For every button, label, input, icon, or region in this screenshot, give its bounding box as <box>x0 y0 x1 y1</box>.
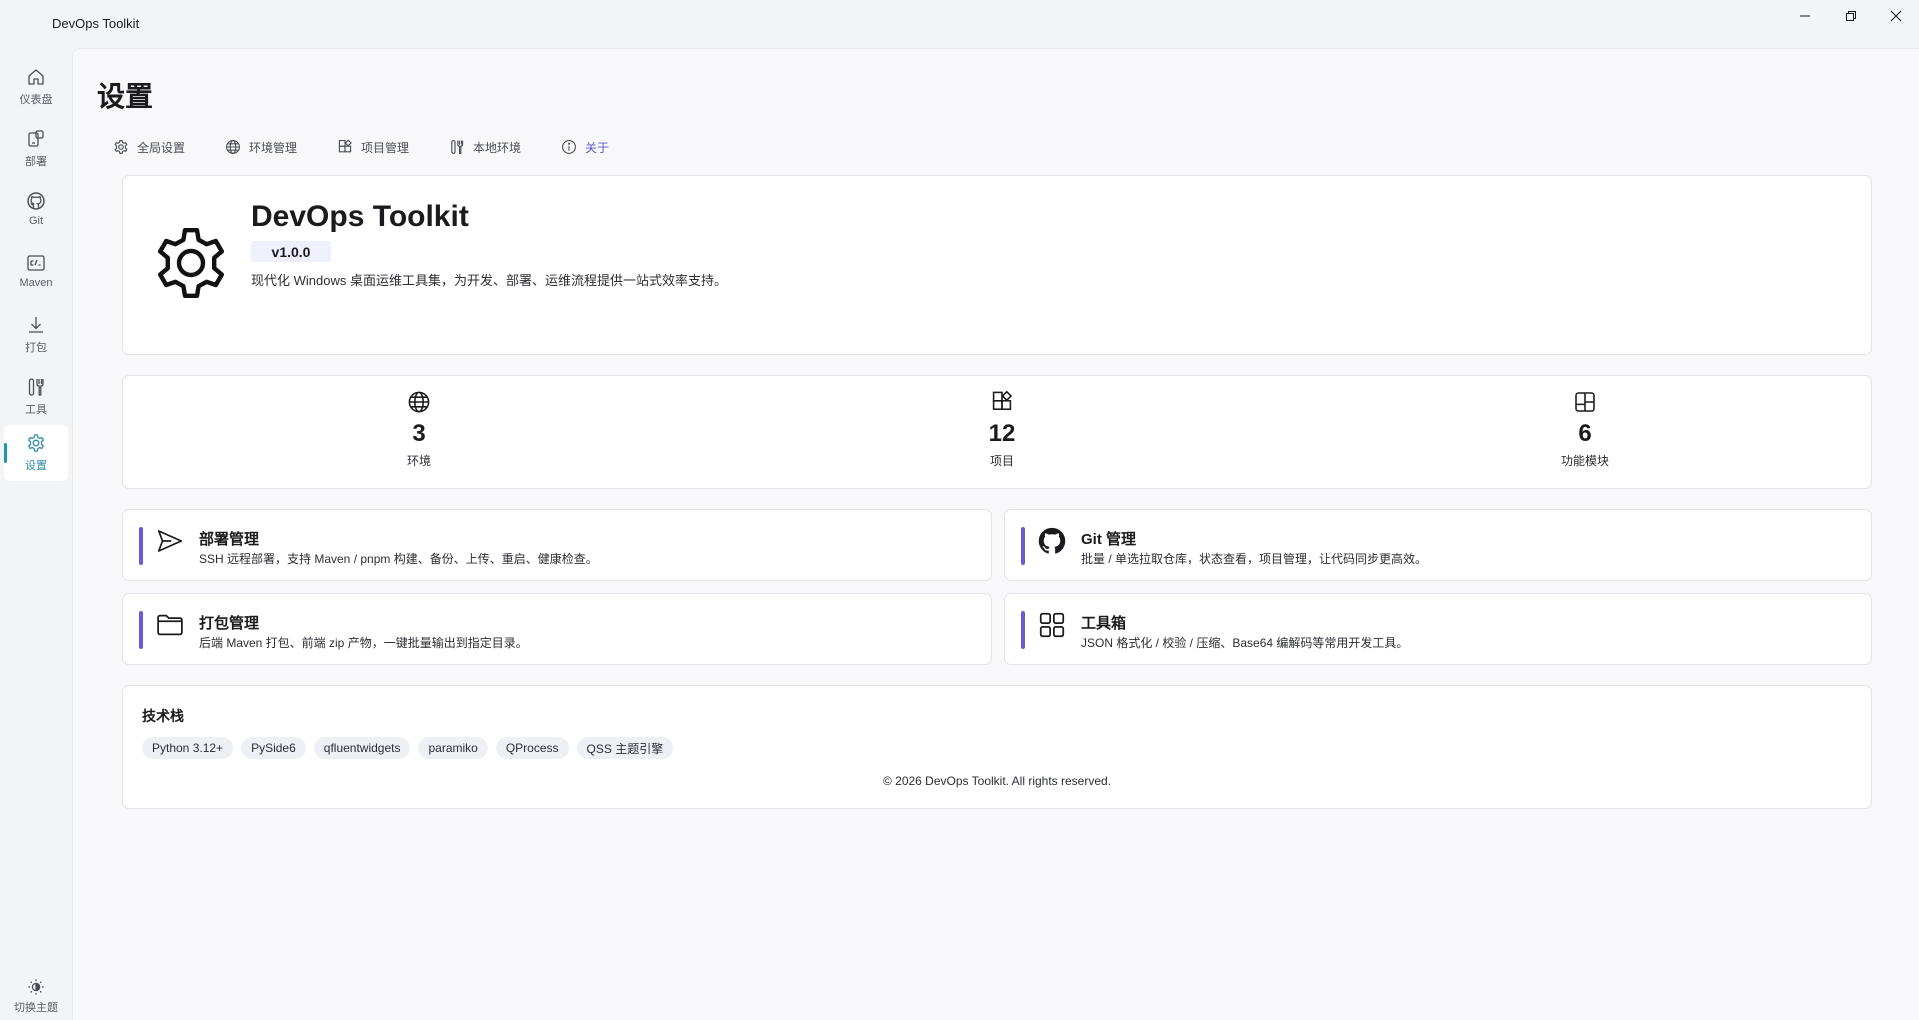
info-icon <box>562 140 576 154</box>
minimize-button[interactable] <box>1782 0 1828 32</box>
accent-bar <box>1021 527 1025 565</box>
tech-stack-chips: Python 3.12+ PySide6 qfluentwidgets para… <box>142 737 674 759</box>
tools-icon <box>451 140 464 154</box>
tech-chip: QProcess <box>495 737 569 759</box>
tech-chip: QSS 主题引擎 <box>576 737 674 759</box>
deploy-icon <box>28 130 44 147</box>
tech-stack-title: 技术栈 <box>142 708 184 724</box>
stat-value: 12 <box>988 420 1016 447</box>
tech-chip: paramiko <box>418 737 488 759</box>
send-icon <box>157 530 183 552</box>
globe-icon <box>226 140 240 154</box>
feature-description: 后端 Maven 打包、前端 zip 产物，一键批量输出到指定目录。 <box>199 636 528 650</box>
copyright-text: © 2026 DevOps Toolkit. All rights reserv… <box>882 774 1112 788</box>
feature-card-package[interactable]: 打包管理 后端 Maven 打包、前端 zip 产物，一键批量输出到指定目录。 <box>122 593 992 665</box>
stat-modules: 6 功能模块 <box>1525 390 1645 469</box>
tech-chip: qfluentwidgets <box>313 737 411 759</box>
version-badge: v1.0.0 <box>251 241 331 262</box>
tech-stack-card: 技术栈 Python 3.12+ PySide6 qfluentwidgets … <box>122 685 1872 809</box>
toolbox-icon <box>1039 612 1065 638</box>
feature-title: 打包管理 <box>199 615 260 632</box>
sidebar-item-label: 部署 <box>25 156 47 168</box>
feature-title: 工具箱 <box>1081 615 1127 632</box>
stat-environments: 3 环境 <box>359 390 479 469</box>
feature-card-deploy[interactable]: 部署管理 SSH 远程部署，支持 Maven / pnpm 构建、备份、上传、重… <box>122 509 992 581</box>
globe-icon <box>408 391 430 413</box>
app-title: DevOps Toolkit <box>52 16 140 31</box>
theme-toggle-label: 切换主题 <box>14 1002 58 1014</box>
tab-label: 项目管理 <box>361 140 410 155</box>
gear-icon <box>114 140 128 154</box>
sidebar-item-settings[interactable]: 设置 <box>4 425 68 481</box>
tab-label: 环境管理 <box>249 140 298 155</box>
feature-description: 批量 / 单选拉取仓库，状态查看，项目管理，让代码同步更高效。 <box>1081 552 1428 566</box>
sidebar: 仪表盘 部署 Git Maven 打包 工具 设置 <box>0 48 72 1020</box>
tab-about[interactable]: 关于 <box>561 133 609 161</box>
tech-chip: Python 3.12+ <box>142 737 234 759</box>
sidebar-item-maven[interactable]: Maven <box>4 245 68 301</box>
feature-title: 部署管理 <box>199 531 260 548</box>
tab-global-settings[interactable]: 全局设置 <box>113 133 185 161</box>
close-button[interactable] <box>1873 0 1919 32</box>
sidebar-item-tools[interactable]: 工具 <box>4 369 68 425</box>
accent-bar <box>139 527 143 565</box>
restore-icon <box>1846 11 1856 21</box>
feature-description: SSH 远程部署，支持 Maven / pnpm 构建、备份、上传、重启、健康检… <box>199 552 598 566</box>
about-card: DevOps Toolkit v1.0.0 现代化 Windows 桌面运维工具… <box>122 175 1872 355</box>
apps-icon <box>338 139 352 153</box>
theme-toggle-button[interactable]: 切换主题 <box>4 978 68 1020</box>
close-icon <box>1890 10 1902 22</box>
download-icon <box>29 317 43 333</box>
title-bar: DevOps Toolkit <box>0 0 1919 48</box>
app-name: DevOps Toolkit <box>251 200 469 233</box>
stat-label: 项目 <box>989 454 1014 468</box>
maximize-button[interactable] <box>1828 0 1874 32</box>
feature-description: JSON 格式化 / 校验 / 压缩、Base64 编解码等常用开发工具。 <box>1081 636 1409 650</box>
folder-icon <box>157 614 183 636</box>
stat-projects: 12 项目 <box>942 390 1062 469</box>
stats-card: 3 环境 12 项目 6 功能模块 <box>122 375 1872 489</box>
stat-value: 6 <box>1578 420 1592 447</box>
sidebar-item-git[interactable]: Git <box>4 183 68 239</box>
sidebar-item-label: 设置 <box>25 460 47 472</box>
sidebar-item-label: Maven <box>19 277 53 289</box>
tab-local-environment[interactable]: 本地环境 <box>449 133 521 161</box>
tab-label: 本地环境 <box>473 140 522 155</box>
minimize-icon <box>1800 15 1810 17</box>
terminal-icon <box>27 255 45 271</box>
page-title: 设置 <box>97 81 154 112</box>
tab-environment[interactable]: 环境管理 <box>225 133 297 161</box>
sidebar-item-label: 仪表盘 <box>19 94 53 106</box>
sidebar-item-package[interactable]: 打包 <box>4 307 68 363</box>
accent-bar <box>1021 611 1025 649</box>
home-icon <box>28 69 44 85</box>
tools-icon <box>28 378 44 396</box>
layout-icon <box>1575 392 1595 412</box>
accent-bar <box>139 611 143 649</box>
brightness-icon <box>28 979 44 995</box>
stat-label: 环境 <box>406 454 431 468</box>
gear-icon <box>158 228 224 298</box>
tech-chip: PySide6 <box>241 737 306 759</box>
feature-card-toolbox[interactable]: 工具箱 JSON 格式化 / 校验 / 压缩、Base64 编解码等常用开发工具… <box>1004 593 1872 665</box>
github-icon <box>1038 527 1066 554</box>
sidebar-item-label: 工具 <box>25 404 47 416</box>
apps-icon <box>992 390 1013 410</box>
github-icon <box>27 192 45 210</box>
tab-projects[interactable]: 项目管理 <box>337 133 409 161</box>
sidebar-item-deploy[interactable]: 部署 <box>4 121 68 177</box>
sidebar-item-dashboard[interactable]: 仪表盘 <box>4 59 68 115</box>
feature-card-git[interactable]: Git 管理 批量 / 单选拉取仓库，状态查看，项目管理，让代码同步更高效。 <box>1004 509 1872 581</box>
sidebar-item-label: Git <box>28 215 44 227</box>
gear-icon <box>28 434 44 452</box>
tab-label: 关于 <box>585 140 610 155</box>
tab-label: 全局设置 <box>137 140 186 155</box>
stat-label: 功能模块 <box>1560 454 1609 468</box>
app-description: 现代化 Windows 桌面运维工具集，为开发、部署、运维流程提供一站式效率支持… <box>251 273 727 288</box>
main-content: 设置 全局设置 环境管理 项目管理 本地环境 关于 DevOps Toolkit… <box>72 48 1919 1020</box>
sidebar-item-label: 打包 <box>25 342 47 354</box>
stat-value: 3 <box>412 420 426 447</box>
feature-title: Git 管理 <box>1081 531 1136 548</box>
